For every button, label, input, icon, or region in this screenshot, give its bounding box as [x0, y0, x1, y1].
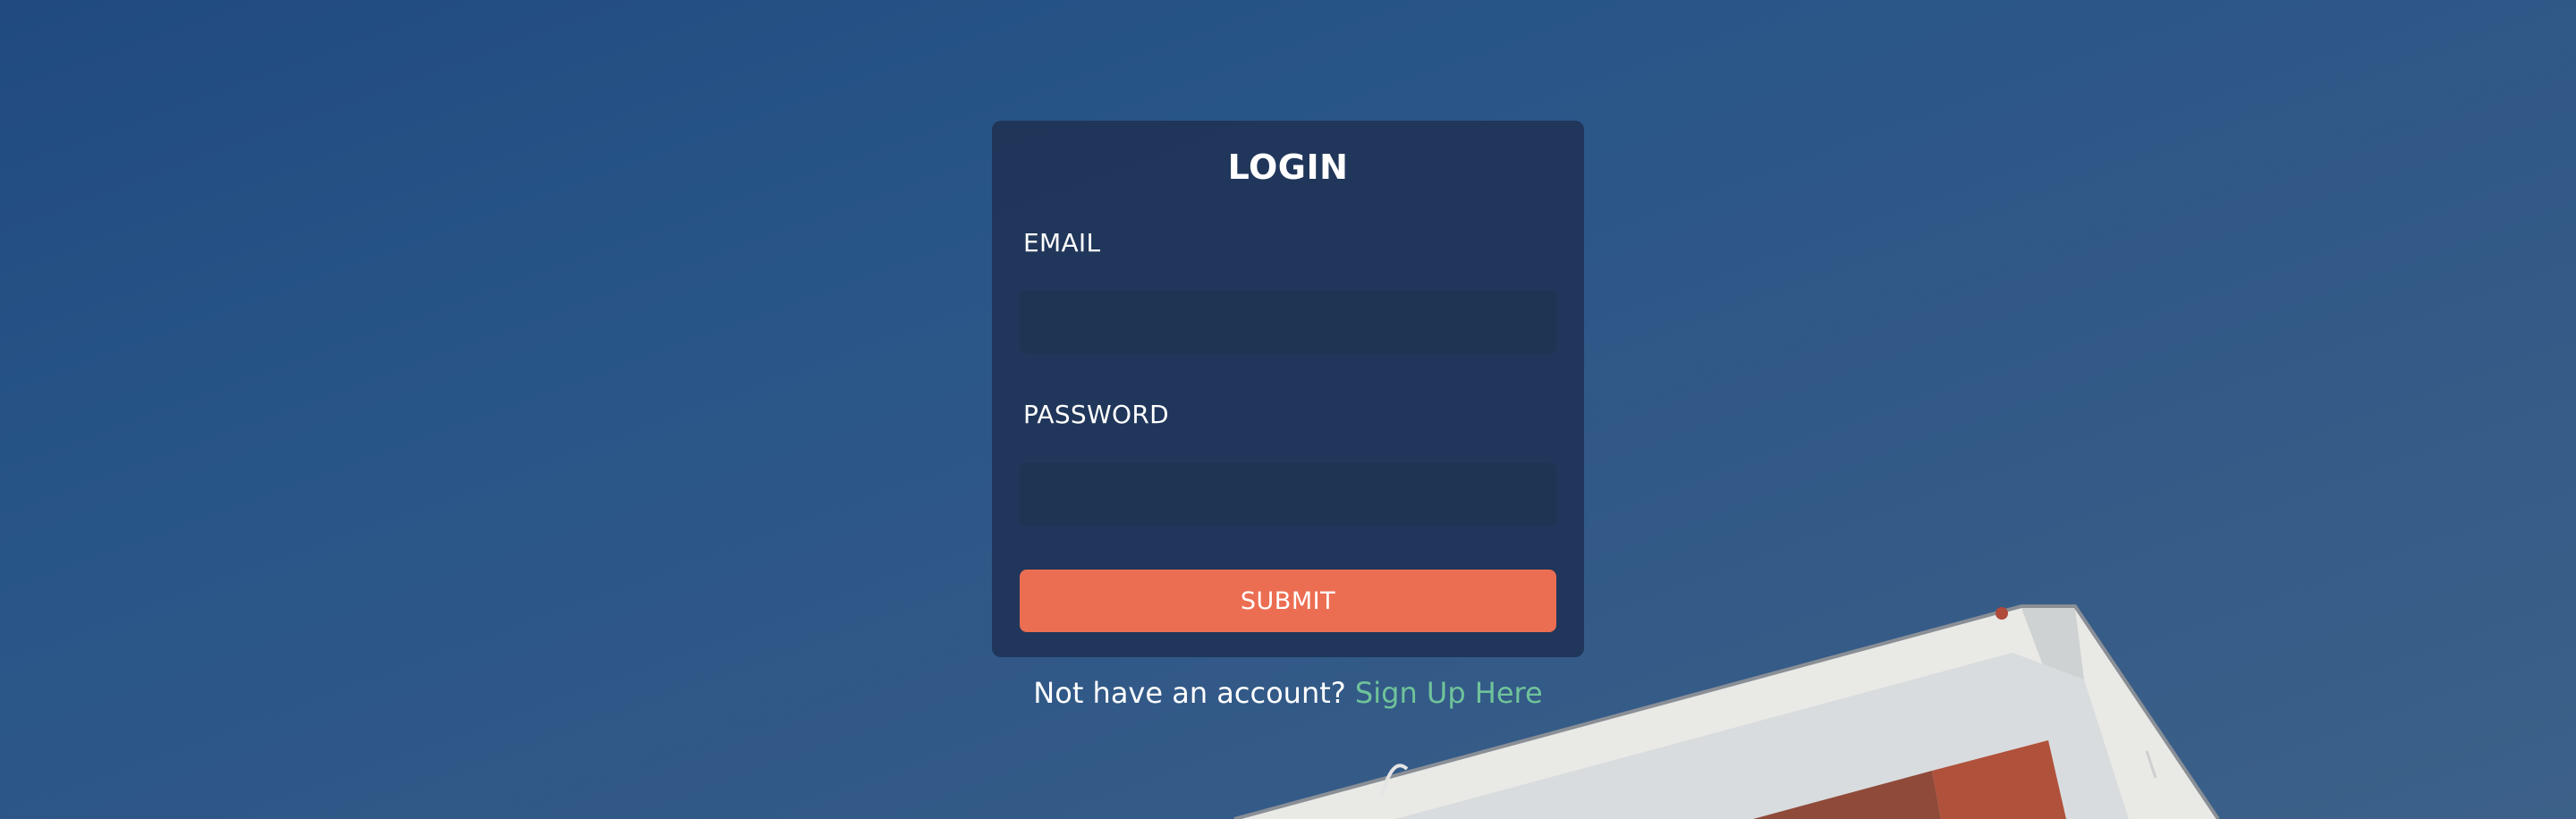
- password-label: PASSWORD: [1023, 400, 1169, 429]
- password-field[interactable]: [1020, 463, 1556, 526]
- email-field[interactable]: [1020, 291, 1556, 353]
- signup-prompt-text: Not have an account?: [1033, 676, 1346, 710]
- signup-link[interactable]: Sign Up Here: [1355, 676, 1543, 710]
- signup-prompt: Not have an account? Sign Up Here: [992, 676, 1584, 710]
- submit-button[interactable]: SUBMIT: [1020, 570, 1556, 632]
- email-label: EMAIL: [1023, 228, 1101, 258]
- login-card: LOGIN EMAIL PASSWORD SUBMIT: [992, 121, 1584, 657]
- login-title: LOGIN: [1227, 148, 1349, 187]
